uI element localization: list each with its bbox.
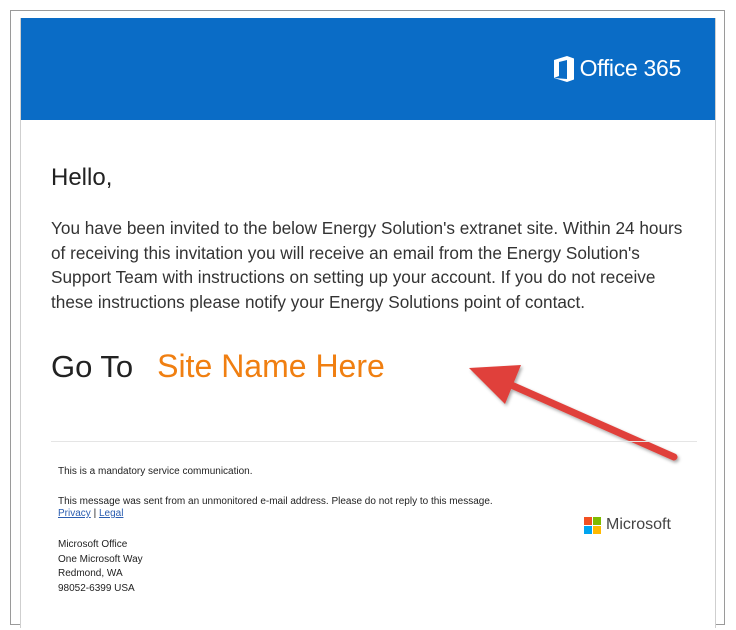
header-banner: Office 365 [21, 18, 715, 120]
link-separator: | [93, 508, 97, 519]
goto-label: Go To [51, 349, 134, 384]
address-line: One Microsoft Way [58, 553, 143, 565]
footer-divider [51, 441, 697, 442]
address-line: Redmond, WA [58, 568, 123, 579]
office-brand: Office 365 [553, 55, 682, 82]
mailing-address: Microsoft Office One Microsoft Way Redmo… [58, 538, 143, 596]
site-name-link[interactable]: Site Name Here [157, 348, 385, 385]
email-card: Office 365 Hello, You have been invited … [20, 18, 716, 628]
legal-link[interactable]: Legal [99, 508, 123, 519]
mandatory-note: This is a mandatory service communicatio… [58, 466, 253, 477]
footer-links: Privacy | Legal [58, 508, 123, 519]
microsoft-logo-icon [584, 516, 601, 534]
greeting: Hello, [51, 164, 113, 191]
office-logo-icon [553, 55, 574, 82]
brand-name: Office 365 [579, 55, 682, 81]
red-arrow-annotation [469, 365, 678, 461]
microsoft-brand: Microsoft [584, 516, 671, 534]
goto-row: Go To Site Name Here [51, 348, 385, 385]
address-line: 98052-6399 USA [58, 582, 135, 594]
privacy-link[interactable]: Privacy [58, 508, 91, 519]
address-line: Microsoft Office [58, 539, 128, 550]
invitation-message: You have been invited to the below Energ… [51, 218, 683, 312]
microsoft-name: Microsoft [606, 516, 671, 533]
noreply-note: This message was sent from an unmonitore… [58, 496, 493, 507]
